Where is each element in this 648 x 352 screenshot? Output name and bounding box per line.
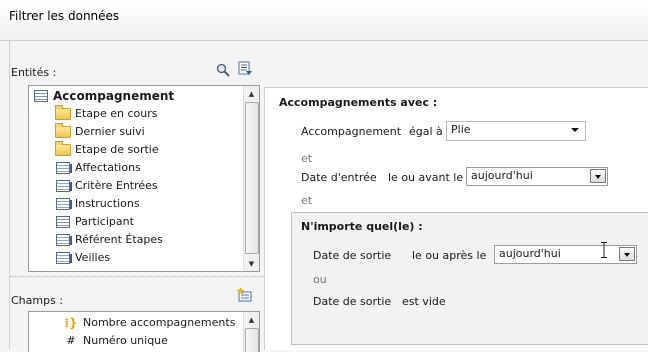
group-cond1-field[interactable]: Date de sortie (313, 249, 391, 262)
dropdown-button-icon[interactable] (590, 169, 606, 183)
linked-table-icon (55, 197, 72, 211)
cond1-value: Plie (451, 123, 471, 136)
table-icon (55, 215, 71, 229)
entities-tree[interactable]: Accompagnement Etape en cours Dernier su… (28, 85, 260, 272)
scroll-thumb[interactable] (245, 102, 259, 254)
scroll-up-arrow-icon[interactable]: ▲ (244, 86, 259, 101)
field-item-nombre-accompagnements[interactable]: ⁞} Nombre accompagnements (63, 314, 235, 331)
tree-item-dernier-suivi[interactable]: Dernier suivi (55, 122, 145, 140)
cond1-field[interactable]: Accompagnement (301, 125, 401, 138)
tree-item-label: Etape de sortie (75, 143, 159, 156)
tree-item-participant[interactable]: Participant (55, 213, 134, 230)
scroll-thumb[interactable] (245, 328, 259, 352)
scroll-down-arrow-icon[interactable]: ▼ (244, 256, 259, 271)
cond2-operator[interactable]: le ou avant le (388, 171, 463, 184)
tree-item-label: Accompagnement (53, 88, 175, 103)
scroll-up-arrow-icon[interactable]: ▲ (244, 312, 259, 327)
title-bar: Filtrer les données (0, 0, 648, 40)
tree-item-label: Participant (75, 215, 134, 228)
group-cond1-date-combo[interactable]: aujourd'hui (494, 245, 637, 264)
tree-item-label: Instructions (75, 197, 140, 210)
cond2-date-combo[interactable]: aujourd'hui (466, 167, 608, 186)
fields-label: Champs : (11, 294, 64, 307)
tree-item-label: Affectations (75, 161, 141, 174)
or-connector[interactable]: ou (313, 273, 327, 286)
tree-item-label: Référent Étapes (75, 233, 163, 246)
folder-icon (55, 104, 71, 121)
folder-icon (55, 122, 71, 139)
table-icon (33, 89, 49, 103)
fields-scrollbar[interactable]: ▲ (243, 312, 259, 352)
tree-item-etape-en-cours[interactable]: Etape en cours (55, 104, 158, 122)
fields-list[interactable]: ⁞} Nombre accompagnements # Numéro uniqu… (28, 311, 260, 352)
entities-scrollbar[interactable]: ▲ ▼ (243, 86, 259, 271)
tree-item-label: Etape en cours (75, 107, 158, 120)
folder-icon (55, 140, 71, 157)
group-cond1-operator[interactable]: le ou après le (412, 249, 486, 262)
field-item-label: Nombre accompagnements (83, 316, 236, 329)
tree-item-critere-entrees[interactable]: Critère Entrées (55, 177, 158, 194)
linked-table-icon (55, 233, 72, 247)
group-cond2-field[interactable]: Date de sortie (313, 295, 391, 308)
tree-item-label: Critère Entrées (75, 179, 158, 192)
tree-item-affectations[interactable]: Affectations (55, 159, 141, 176)
window-title: Filtrer les données (9, 9, 120, 23)
cond2-value: aujourd'hui (471, 169, 533, 182)
tree-item-veilles[interactable]: Veilles (55, 249, 110, 266)
cond1-value-select[interactable]: Plie (446, 121, 586, 141)
chevron-down-icon (571, 128, 579, 132)
filter-options-icon[interactable] (237, 61, 253, 77)
dropdown-button-icon[interactable] (619, 247, 635, 261)
tree-item-referent-etapes[interactable]: Référent Étapes (55, 231, 163, 248)
group-cond2-operator[interactable]: est vide (402, 295, 446, 308)
group-header: N'importe quel(le) : (301, 220, 423, 233)
entities-label: Entités : (11, 66, 57, 79)
tree-item-instructions[interactable]: Instructions (55, 195, 140, 212)
tree-item-etape-de-sortie[interactable]: Etape de sortie (55, 140, 159, 158)
linked-table-icon (55, 179, 72, 193)
tree-item-accompagnement[interactable]: Accompagnement (33, 87, 174, 104)
cond1-operator[interactable]: égal à (409, 125, 443, 138)
search-icon[interactable] (215, 62, 231, 78)
filter-header: Accompagnements avec : (279, 96, 438, 109)
hash-icon: # (66, 334, 76, 347)
tree-item-label: Veilles (75, 251, 111, 264)
and-connector-2[interactable]: et (301, 194, 312, 207)
cond2-field[interactable]: Date d'entrée (301, 171, 377, 184)
linked-table-icon (55, 161, 72, 175)
field-item-numero-unique[interactable]: # Numéro unique (63, 332, 168, 349)
linked-table-icon (55, 251, 72, 265)
new-field-icon[interactable] (237, 287, 253, 303)
text-cursor-icon (601, 242, 607, 258)
field-item-label: Numéro unique (83, 334, 168, 347)
sum-icon: ⁞} (64, 315, 78, 330)
and-connector-1[interactable]: et (301, 152, 312, 165)
tree-item-label: Dernier suivi (75, 125, 145, 138)
splitter-grip[interactable] (10, 276, 264, 281)
group-cond1-value: aujourd'hui (499, 247, 561, 260)
